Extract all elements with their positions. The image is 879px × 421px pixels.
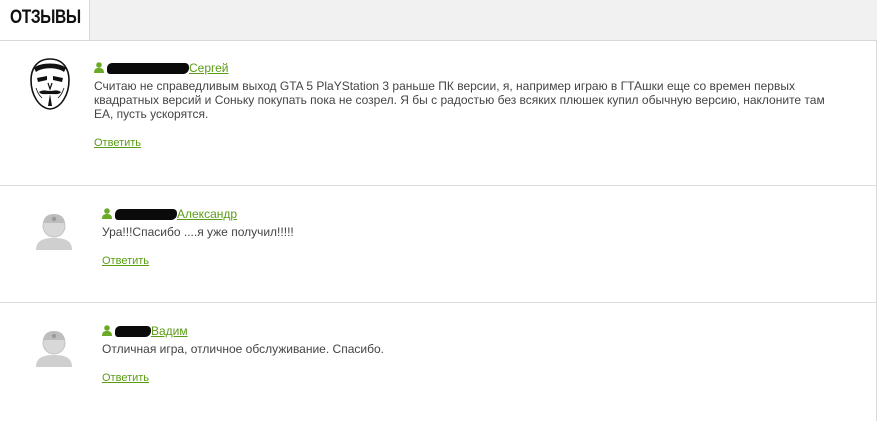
review-item: Сергей Считаю не справедливым выход GTA …: [0, 40, 877, 186]
review-text: Отличная игра, отличное обслуживание. Сп…: [102, 342, 384, 356]
tab-bar: ОТЗЫВЫ: [0, 0, 877, 41]
anonymous-mask-icon: [28, 58, 72, 110]
author-name-link[interactable]: Александр: [177, 207, 237, 221]
review-text: Ура!!!Спасибо ....я уже получил!!!!!: [102, 225, 294, 239]
redacted-surname: [115, 209, 177, 220]
default-user-avatar-icon: [36, 212, 72, 250]
tab-reviews-label: ОТЗЫВЫ: [10, 7, 81, 28]
reviews-panel: Сергей Считаю не справедливым выход GTA …: [0, 40, 877, 421]
user-icon: [102, 325, 112, 336]
author-name-link[interactable]: Сергей: [189, 61, 229, 75]
redacted-surname: [115, 326, 151, 337]
review-text: Считаю не справедливым выход GTA 5 PlaYS…: [94, 79, 825, 121]
review-item: Александр Ура!!!Спасибо ....я уже получи…: [0, 185, 877, 303]
default-user-avatar-icon: [36, 329, 72, 367]
reply-link[interactable]: Ответить: [94, 137, 141, 149]
review-author: Вадим: [102, 324, 188, 338]
redacted-surname: [107, 63, 189, 74]
review-item: Вадим Отличная игра, отличное обслуживан…: [0, 302, 877, 420]
user-icon: [102, 208, 112, 219]
user-icon: [94, 62, 104, 73]
author-name-link[interactable]: Вадим: [151, 324, 188, 338]
reply-link[interactable]: Ответить: [102, 255, 149, 267]
reply-link[interactable]: Ответить: [102, 372, 149, 384]
review-author: Александр: [102, 207, 237, 221]
tab-reviews[interactable]: ОТЗЫВЫ: [0, 0, 90, 40]
review-author: Сергей: [94, 61, 229, 75]
